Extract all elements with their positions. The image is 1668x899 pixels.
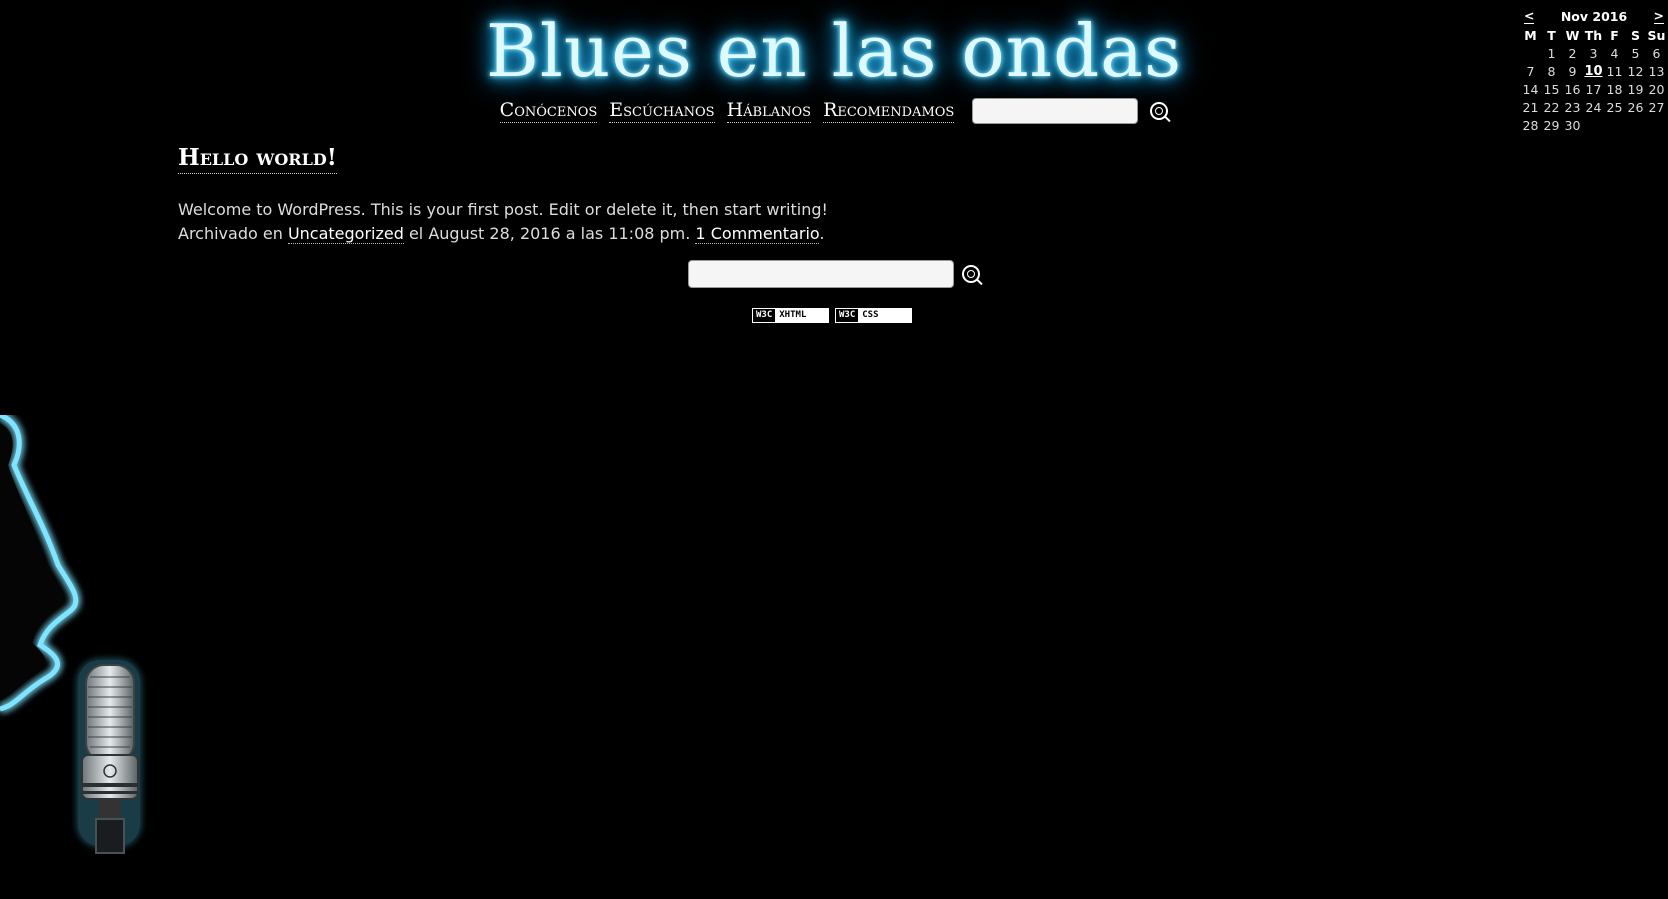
calendar-widget: < Nov 2016 > M T W Th F S Su 1 2 3 4 5 6 7 8 9 10 11 12 13 1… bbox=[1520, 8, 1668, 135]
calendar-header: < Nov 2016 > bbox=[1520, 8, 1668, 24]
calendar-day: 29 bbox=[1543, 118, 1560, 133]
post-body: Welcome to WordPress. This is your first… bbox=[178, 200, 828, 219]
calendar-grid: M T W Th F S Su 1 2 3 4 5 6 7 8 9 10 11 12 13 14 15 16 17 18 19 20… bbox=[1520, 27, 1668, 135]
calendar-day: 12 bbox=[1627, 64, 1644, 79]
calendar-day: 8 bbox=[1547, 64, 1556, 79]
footer-search-input[interactable] bbox=[688, 260, 954, 288]
nav-item-conocenos[interactable]: Conócenos bbox=[499, 99, 598, 123]
calendar-day: 4 bbox=[1610, 46, 1619, 61]
calendar-day: 30 bbox=[1564, 118, 1581, 133]
calendar-day: 13 bbox=[1648, 64, 1665, 79]
calendar-prev-link[interactable]: < bbox=[1524, 8, 1535, 24]
calendar-day: 27 bbox=[1648, 100, 1665, 115]
calendar-day: 18 bbox=[1606, 82, 1623, 97]
calendar-day: 2 bbox=[1568, 46, 1577, 61]
header-search-input[interactable] bbox=[972, 98, 1139, 124]
category-link[interactable]: Uncategorized bbox=[287, 224, 404, 244]
calendar-weekday: W bbox=[1565, 28, 1580, 43]
calendar-day: 26 bbox=[1627, 100, 1644, 115]
nav-item-hablanos[interactable]: Háblanos bbox=[726, 99, 812, 123]
calendar-day: 23 bbox=[1564, 100, 1581, 115]
footer-search bbox=[688, 260, 980, 288]
calendar-weekday: F bbox=[1610, 28, 1619, 43]
calendar-day: 5 bbox=[1631, 46, 1640, 61]
calendar-day: 22 bbox=[1543, 100, 1560, 115]
calendar-day: 20 bbox=[1648, 82, 1665, 97]
site-title[interactable]: Blues en las ondas bbox=[0, 6, 1668, 96]
calendar-weekday: M bbox=[1524, 28, 1537, 43]
calendar-blank bbox=[1520, 45, 1541, 63]
calendar-weekday: S bbox=[1630, 28, 1640, 43]
badge-left: W3C bbox=[836, 309, 859, 322]
validation-badges: W3C XHTML W3C CSS bbox=[752, 308, 912, 323]
css-badge[interactable]: W3C CSS bbox=[835, 308, 912, 323]
calendar-day: 16 bbox=[1564, 82, 1581, 97]
post-meta: Archivado en Uncategorized el August 28,… bbox=[178, 222, 1178, 246]
badge-right: XHTML bbox=[775, 309, 828, 322]
main-nav: Conócenos Escúchanos Háblanos Recomendam… bbox=[0, 98, 1668, 124]
calendar-day: 7 bbox=[1526, 64, 1535, 79]
comments-link[interactable]: 1 Commentario bbox=[695, 224, 820, 244]
calendar-day: 17 bbox=[1585, 82, 1602, 97]
calendar-day: 9 bbox=[1568, 64, 1577, 79]
calendar-day: 11 bbox=[1606, 64, 1623, 79]
nav-item-recomendamos[interactable]: Recomendamos bbox=[823, 99, 955, 123]
calendar-day-today: 10 bbox=[1584, 64, 1603, 79]
calendar-day: 14 bbox=[1522, 82, 1539, 97]
calendar-day: 21 bbox=[1522, 100, 1539, 115]
search-icon[interactable] bbox=[1150, 102, 1169, 120]
calendar-day: 19 bbox=[1627, 82, 1644, 97]
post-meta-date: el August 28, 2016 a las 11:08 pm. bbox=[403, 224, 696, 243]
calendar-day: 25 bbox=[1606, 100, 1623, 115]
badge-left: W3C bbox=[753, 309, 776, 322]
calendar-day: 3 bbox=[1589, 46, 1598, 61]
search-icon[interactable] bbox=[962, 265, 980, 283]
calendar-day: 15 bbox=[1543, 82, 1560, 97]
calendar-day: 6 bbox=[1652, 46, 1661, 61]
calendar-weekday: Su bbox=[1647, 28, 1666, 43]
calendar-day: 1 bbox=[1547, 46, 1556, 61]
xhtml-badge[interactable]: W3C XHTML bbox=[752, 308, 829, 323]
calendar-next-link[interactable]: > bbox=[1653, 8, 1664, 24]
post: Hello world! Welcome to WordPress. This … bbox=[178, 144, 1178, 246]
calendar-month-label: Nov 2016 bbox=[1560, 8, 1628, 24]
nav-item-escuchanos[interactable]: Escúchanos bbox=[609, 99, 715, 123]
calendar-day: 24 bbox=[1585, 100, 1602, 115]
badge-right: CSS bbox=[858, 309, 911, 322]
post-title[interactable]: Hello world! bbox=[178, 144, 337, 174]
post-meta-prefix: Archivado en bbox=[178, 224, 288, 243]
calendar-weekday: T bbox=[1547, 28, 1556, 43]
singer-microphone-illustration bbox=[0, 415, 140, 854]
calendar-weekday: Th bbox=[1584, 28, 1603, 43]
post-meta-suffix: . bbox=[819, 224, 825, 243]
calendar-day: 28 bbox=[1522, 118, 1539, 133]
